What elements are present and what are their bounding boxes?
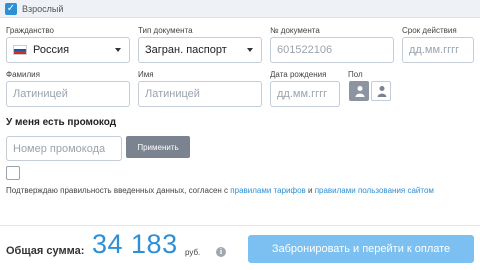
expiry-label: Срок действия (402, 26, 457, 35)
checkmark-icon: ✓ (5, 3, 17, 15)
agreement-checkbox[interactable] (6, 166, 20, 180)
total-label: Общая сумма: (6, 245, 85, 257)
apply-promo-button[interactable]: Применить (126, 136, 190, 158)
site-rules-link[interactable]: правилами пользования сайтом (315, 186, 434, 195)
birth-date-input[interactable]: дд.мм.гггг (270, 81, 340, 107)
section-header: ✓ Взрослый (0, 0, 480, 18)
agreement-text-before: Подтверждаю правильность введенных данны… (6, 186, 231, 195)
citizenship-select[interactable]: Россия (6, 37, 130, 63)
birth-date-label: Дата рождения (270, 70, 327, 79)
currency-label: руб. (185, 248, 201, 257)
first-name-placeholder: Латиницей (145, 88, 200, 100)
chevron-down-icon (247, 48, 253, 52)
gender-female-button[interactable] (371, 81, 391, 101)
doc-type-select[interactable]: Загран. паспорт (138, 37, 262, 63)
doc-number-input[interactable]: 601522106 (270, 37, 394, 63)
footer-divider (0, 225, 480, 226)
male-icon (355, 86, 365, 97)
promo-code-input[interactable]: Номер промокода (6, 136, 122, 161)
expiry-placeholder: дд.мм.гггг (409, 44, 460, 56)
agreement-text-middle: и (305, 186, 315, 195)
last-name-input[interactable]: Латиницей (6, 81, 130, 107)
expiry-input[interactable]: дд.мм.гггг (402, 37, 474, 63)
last-name-label: Фамилия (6, 70, 40, 79)
doc-type-value: Загран. паспорт (145, 44, 227, 56)
female-icon (377, 86, 387, 97)
first-name-input[interactable]: Латиницей (138, 81, 262, 107)
gender-label: Пол (348, 70, 363, 79)
birth-date-placeholder: дд.мм.гггг (277, 88, 328, 100)
info-icon[interactable]: i (216, 247, 226, 257)
chevron-down-icon (115, 48, 121, 52)
last-name-placeholder: Латиницей (13, 88, 68, 100)
first-name-label: Имя (138, 70, 154, 79)
agreement-text: Подтверждаю правильность введенных данны… (6, 185, 456, 197)
book-and-pay-button[interactable]: Забронировать и перейти к оплате (248, 235, 474, 263)
doc-number-placeholder: 601522106 (277, 44, 333, 56)
tariff-rules-link[interactable]: правилами тарифов (230, 186, 305, 195)
citizenship-label: Гражданство (6, 26, 54, 35)
total-amount: 34 183 (92, 229, 178, 259)
gender-male-button[interactable] (349, 81, 369, 101)
russia-flag-icon (13, 45, 27, 55)
promo-title: У меня есть промокод (6, 117, 117, 128)
section-label: Взрослый (22, 4, 64, 14)
doc-number-label: № документа (270, 26, 320, 35)
doc-type-label: Тип документа (138, 26, 193, 35)
promo-code-placeholder: Номер промокода (13, 142, 106, 155)
citizenship-value: Россия (33, 44, 70, 56)
